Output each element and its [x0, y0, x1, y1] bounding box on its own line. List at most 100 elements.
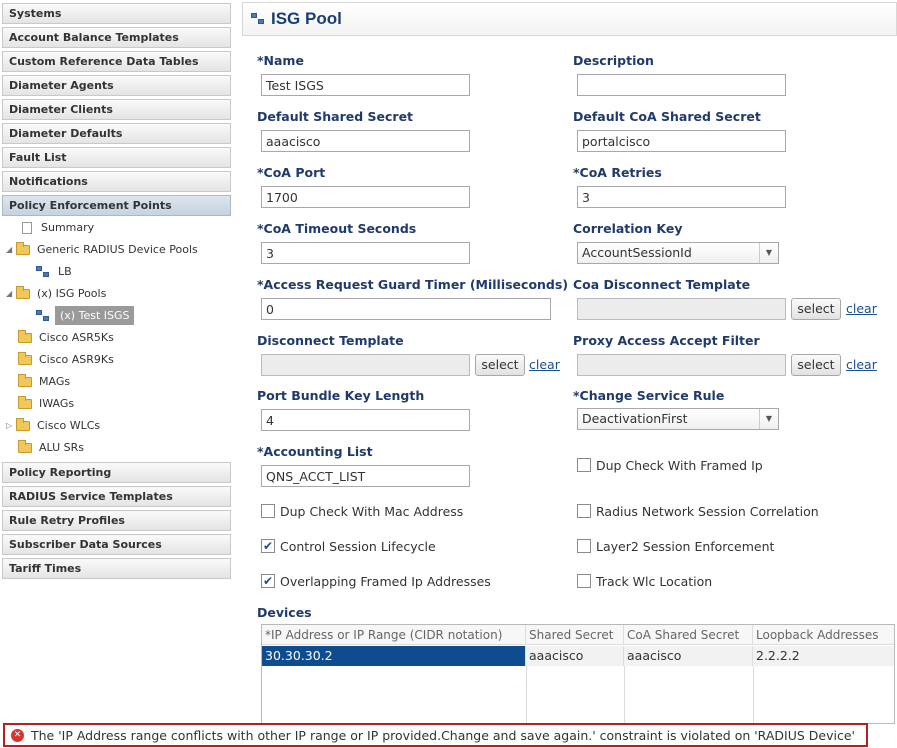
coa-timeout-label: *CoA Timeout Seconds	[257, 221, 417, 236]
coa-port-label: *CoA Port	[257, 165, 326, 180]
nav-systems[interactable]: Systems	[2, 3, 231, 24]
tree-item-generic-radius-device-pools[interactable]: ◢ Generic RADIUS Device Pools	[6, 240, 201, 260]
accounting-list-label: *Accounting List	[257, 444, 373, 459]
proxy-filter-clear-link[interactable]: clear	[846, 357, 877, 372]
coa-retries-input[interactable]	[577, 186, 786, 208]
overlapping-framed-ip-checkbox[interactable]: ✔	[261, 574, 275, 588]
page-title: ISG Pool	[271, 9, 342, 28]
dup-check-framed-ip-checkbox[interactable]	[577, 458, 591, 472]
proxy-filter-select-button[interactable]: select	[791, 354, 841, 376]
nav-policy-reporting[interactable]: Policy Reporting	[2, 462, 231, 483]
tree-item-label: Generic RADIUS Device Pools	[37, 243, 198, 256]
table-cell-shared-secret[interactable]: aaacisco	[526, 646, 624, 666]
correlation-key-value: AccountSessionId	[582, 245, 692, 260]
nav-radius-service-templates[interactable]: RADIUS Service Templates	[2, 486, 231, 507]
overlapping-framed-ip-label[interactable]: Overlapping Framed Ip Addresses	[280, 574, 491, 589]
tree-item-label: (x) Test ISGS	[55, 306, 135, 325]
table-cell-coa-shared-secret[interactable]: aaacisco	[624, 646, 753, 666]
folder-icon	[16, 242, 30, 255]
layer2-session-enforcement-label[interactable]: Layer2 Session Enforcement	[596, 539, 774, 554]
nav-diameter-clients[interactable]: Diameter Clients	[2, 99, 231, 120]
coa-disconnect-clear-link[interactable]: clear	[846, 301, 877, 316]
control-session-lifecycle-checkbox[interactable]: ✔	[261, 539, 275, 553]
nav-fault-list[interactable]: Fault List	[2, 147, 231, 168]
nav-diameter-agents[interactable]: Diameter Agents	[2, 75, 231, 96]
nav-policy-enforcement-points[interactable]: Policy Enforcement Points	[2, 195, 231, 216]
default-shared-secret-input[interactable]	[261, 130, 470, 152]
correlation-key-select[interactable]: AccountSessionId ▼	[577, 242, 779, 264]
name-input[interactable]	[261, 74, 470, 96]
column-header-ip-address[interactable]: *IP Address or IP Range (CIDR notation)	[262, 625, 526, 645]
nav-custom-reference-data-tables[interactable]: Custom Reference Data Tables	[2, 51, 231, 72]
tree-item-alu-srs[interactable]: ALU SRs	[18, 438, 87, 458]
coa-disconnect-select-button[interactable]: select	[791, 298, 841, 320]
track-wlc-location-label[interactable]: Track Wlc Location	[596, 574, 712, 589]
change-service-rule-select[interactable]: DeactivationFirst ▼	[577, 408, 779, 430]
nav-tariff-times[interactable]: Tariff Times	[2, 558, 231, 579]
tree-item-lb[interactable]: LB	[36, 262, 75, 282]
network-device-icon	[36, 310, 50, 322]
tree-item-label: Summary	[41, 221, 95, 234]
devices-table: *IP Address or IP Range (CIDR notation) …	[261, 624, 895, 724]
network-device-icon	[251, 13, 265, 25]
port-bundle-key-length-label: Port Bundle Key Length	[257, 388, 425, 403]
tree-item-cisco-asr9ks[interactable]: Cisco ASR9Ks	[18, 350, 117, 370]
layer2-session-enforcement-checkbox[interactable]	[577, 539, 591, 553]
track-wlc-location-checkbox[interactable]	[577, 574, 591, 588]
dup-check-framed-ip-label[interactable]: Dup Check With Framed Ip	[596, 458, 763, 473]
chevron-down-icon: ▼	[759, 243, 778, 263]
default-coa-shared-secret-input[interactable]	[577, 130, 786, 152]
accounting-list-input[interactable]	[261, 465, 470, 487]
collapse-arrow-icon[interactable]: ▷	[6, 416, 16, 436]
dup-check-mac-address-label[interactable]: Dup Check With Mac Address	[280, 504, 463, 519]
error-message-text: The 'IP Address range conflicts with oth…	[31, 728, 855, 743]
tree-item-label: LB	[58, 265, 72, 278]
disconnect-select-button[interactable]: select	[475, 354, 525, 376]
coa-port-input[interactable]	[261, 186, 470, 208]
column-divider	[526, 666, 527, 723]
nav-account-balance-templates[interactable]: Account Balance Templates	[2, 27, 231, 48]
coa-disconnect-template-input	[577, 298, 786, 320]
disconnect-clear-link[interactable]: clear	[529, 357, 560, 372]
column-divider	[624, 666, 625, 723]
port-bundle-key-length-input[interactable]	[261, 409, 470, 431]
tree-item-mags[interactable]: MAGs	[18, 372, 73, 392]
expand-arrow-icon[interactable]: ◢	[6, 284, 16, 304]
default-shared-secret-label: Default Shared Secret	[257, 109, 414, 124]
tree-item-test-isgs[interactable]: (x) Test ISGS	[36, 306, 135, 326]
correlation-key-label: Correlation Key	[573, 221, 683, 236]
error-message-bar: ✕ The 'IP Address range conflicts with o…	[3, 723, 868, 747]
tree-item-isg-pools[interactable]: ◢ (x) ISG Pools	[6, 284, 109, 304]
change-service-rule-value: DeactivationFirst	[582, 411, 688, 426]
access-request-guard-input[interactable]	[261, 298, 551, 320]
expand-arrow-icon[interactable]: ◢	[6, 240, 16, 260]
tree-item-cisco-wlcs[interactable]: ▷ Cisco WLCs	[6, 416, 103, 436]
nav-diameter-defaults[interactable]: Diameter Defaults	[2, 123, 231, 144]
column-header-shared-secret[interactable]: Shared Secret	[526, 625, 624, 645]
column-header-loopback-addresses[interactable]: Loopback Addresses	[753, 625, 894, 645]
nav-notifications[interactable]: Notifications	[2, 171, 231, 192]
column-header-coa-shared-secret[interactable]: CoA Shared Secret	[624, 625, 753, 645]
tree-item-label: Cisco WLCs	[37, 419, 101, 432]
dup-check-mac-address-checkbox[interactable]	[261, 504, 275, 518]
radius-network-session-correlation-checkbox[interactable]	[577, 504, 591, 518]
tree-item-summary[interactable]: Summary	[22, 218, 97, 238]
coa-timeout-input[interactable]	[261, 242, 470, 264]
table-cell-ip-address[interactable]: 30.30.30.2	[262, 646, 526, 666]
radius-network-session-correlation-label[interactable]: Radius Network Session Correlation	[596, 504, 819, 519]
folder-icon	[18, 352, 32, 365]
description-input[interactable]	[577, 74, 786, 96]
tree-item-iwags[interactable]: IWAGs	[18, 394, 77, 414]
nav-rule-retry-profiles[interactable]: Rule Retry Profiles	[2, 510, 231, 531]
disconnect-template-input	[261, 354, 470, 376]
table-cell-loopback-addresses[interactable]: 2.2.2.2	[753, 646, 894, 666]
document-icon	[22, 222, 32, 234]
folder-icon	[18, 440, 32, 453]
control-session-lifecycle-label[interactable]: Control Session Lifecycle	[280, 539, 436, 554]
folder-icon	[18, 330, 32, 343]
tree-item-cisco-asr5ks[interactable]: Cisco ASR5Ks	[18, 328, 117, 348]
chevron-down-icon: ▼	[759, 409, 778, 429]
nav-subscriber-data-sources[interactable]: Subscriber Data Sources	[2, 534, 231, 555]
folder-icon	[16, 418, 30, 431]
name-label: *Name	[257, 53, 304, 68]
